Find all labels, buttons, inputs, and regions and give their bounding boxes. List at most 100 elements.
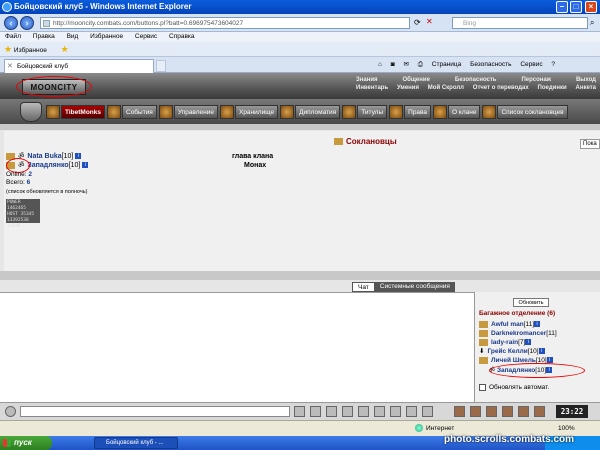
member-nick[interactable]: Nata Buka: [27, 153, 61, 160]
info-icon[interactable]: i: [82, 162, 89, 169]
filter-icon[interactable]: [326, 406, 337, 417]
tab-system-messages[interactable]: Системные сообщения: [374, 282, 455, 292]
menu-view[interactable]: Вид: [67, 33, 79, 40]
user-nick[interactable]: Awful man: [491, 321, 524, 328]
print-icon[interactable]: ⎙: [418, 61, 423, 68]
home-icon[interactable]: ⌂: [378, 61, 382, 68]
safety-menu[interactable]: Безопасность: [470, 61, 511, 68]
clear-icon[interactable]: [310, 406, 321, 417]
member-nick[interactable]: Западлянко: [27, 162, 68, 169]
tab-combats[interactable]: ✕ Бойцовский клуб: [4, 59, 154, 73]
total-label: Всего:: [6, 179, 25, 186]
refresh-button[interactable]: Обновить: [513, 298, 549, 307]
translit-icon[interactable]: [342, 406, 353, 417]
send-icon[interactable]: [294, 406, 305, 417]
search-input[interactable]: Bing: [452, 17, 588, 29]
link-knowledge[interactable]: Знания: [356, 76, 378, 84]
nav-clan-name[interactable]: TibetMonks: [61, 105, 105, 119]
sound-icon[interactable]: [390, 406, 401, 417]
clan-members-panel: Соклановцы Пока ॐ Nata Buka[10] i глава к…: [4, 131, 600, 271]
nav-management[interactable]: Управление: [173, 105, 218, 119]
maximize-button[interactable]: □: [570, 1, 582, 13]
nav-titles[interactable]: Титулы: [357, 105, 388, 119]
action-icon[interactable]: [486, 406, 497, 417]
taskbar-ie-item[interactable]: Бойцовский клуб - ...: [94, 437, 178, 449]
hit-counter: POWER 1462465 HOST 35345 13392538 41096: [6, 199, 40, 229]
link-security[interactable]: Безопасность: [455, 76, 497, 84]
link-exit[interactable]: Выход: [576, 76, 596, 84]
search-icon[interactable]: ⌕: [590, 18, 594, 28]
action-icon[interactable]: [470, 406, 481, 417]
menu-tools[interactable]: Сервис: [135, 33, 157, 40]
page-menu[interactable]: Страница: [432, 61, 461, 68]
game-clock: 23:22: [556, 405, 588, 418]
link-skills[interactable]: Умения: [397, 84, 419, 92]
management-icon: [158, 105, 173, 119]
add-favorite-icon[interactable]: ★: [61, 44, 69, 54]
menu-edit[interactable]: Правка: [33, 33, 55, 40]
info-icon[interactable]: i: [538, 348, 545, 355]
forward-button[interactable]: ›: [20, 16, 34, 30]
settings-icon[interactable]: [406, 406, 417, 417]
url-input[interactable]: http://mooncity.combats.com/buttons.pl?b…: [40, 17, 410, 29]
mail-icon[interactable]: ✉: [404, 61, 409, 68]
info-icon[interactable]: i: [75, 153, 82, 160]
menu-help[interactable]: Справка: [169, 33, 195, 40]
nav-events[interactable]: События: [122, 105, 157, 119]
lock-icon[interactable]: [422, 406, 433, 417]
counter-line: POWER 1462465: [7, 200, 26, 211]
tab-chat[interactable]: Чат: [352, 282, 375, 292]
tab-close-icon[interactable]: ✕: [7, 63, 13, 70]
info-icon[interactable]: i: [534, 321, 541, 328]
action-icon[interactable]: [518, 406, 529, 417]
action-icon[interactable]: [454, 406, 465, 417]
close-button[interactable]: ×: [585, 1, 597, 13]
smiley-icon[interactable]: [5, 406, 16, 417]
auto-refresh: Обновлять автомат.: [479, 384, 549, 392]
members-title-icon: [334, 138, 343, 146]
info-icon[interactable]: i: [525, 339, 532, 346]
link-character[interactable]: Персонаж: [521, 76, 551, 84]
link-battles[interactable]: Поединки: [538, 84, 567, 92]
stop-icon[interactable]: ✕: [426, 17, 433, 26]
new-tab-button[interactable]: [156, 60, 166, 72]
link-my-scroll[interactable]: Мой Скролл: [428, 84, 464, 92]
start-button[interactable]: пуск: [0, 436, 52, 450]
clan-badge-icon: [479, 338, 488, 346]
menu-file[interactable]: Файл: [5, 33, 21, 40]
user-nick[interactable]: lady-rain: [491, 339, 518, 346]
internet-globe-icon: [415, 424, 423, 433]
tools-menu[interactable]: Сервис: [520, 61, 542, 68]
refresh-icon[interactable]: ⟳: [414, 18, 421, 27]
about-clan-icon: [433, 105, 448, 119]
nav-diplomacy[interactable]: Дипломатия: [295, 105, 341, 119]
favorites-button[interactable]: Избранное: [14, 47, 47, 54]
nav-member-list[interactable]: Список соклановцев: [497, 105, 568, 119]
action-icon[interactable]: [534, 406, 545, 417]
feeds-icon[interactable]: ◙: [391, 61, 395, 68]
menu-favorites[interactable]: Избранное: [90, 33, 123, 40]
nav-storage[interactable]: Хранилище: [234, 105, 279, 119]
auto-refresh-checkbox[interactable]: [479, 384, 486, 391]
panel-title-text: Соклановцы: [346, 137, 397, 146]
link-profile[interactable]: Анкета: [575, 84, 596, 92]
back-button[interactable]: ‹: [4, 16, 18, 30]
show-button[interactable]: Пока: [580, 139, 600, 149]
link-chat[interactable]: Общение: [403, 76, 430, 84]
link-transfer-report[interactable]: Отчет о переводах: [473, 84, 529, 92]
page-favicon-icon: [43, 20, 50, 27]
action-icon[interactable]: [502, 406, 513, 417]
chat-input[interactable]: [20, 406, 290, 417]
link-inventory[interactable]: Инвентарь: [356, 84, 388, 92]
nav-about-clan[interactable]: О клане: [448, 105, 481, 119]
walk-icon[interactable]: [374, 406, 385, 417]
user-nick[interactable]: Darknekromancer: [491, 330, 546, 337]
rights-icon: [389, 105, 404, 119]
fight-icon[interactable]: [358, 406, 369, 417]
nav-rights[interactable]: Права: [404, 105, 432, 119]
online-label: Online:: [6, 171, 27, 178]
help-icon[interactable]: ?: [551, 61, 555, 68]
member-role: Монах: [244, 162, 267, 169]
minimize-button[interactable]: –: [556, 1, 568, 13]
user-nick[interactable]: Грейс Келли: [487, 348, 527, 355]
